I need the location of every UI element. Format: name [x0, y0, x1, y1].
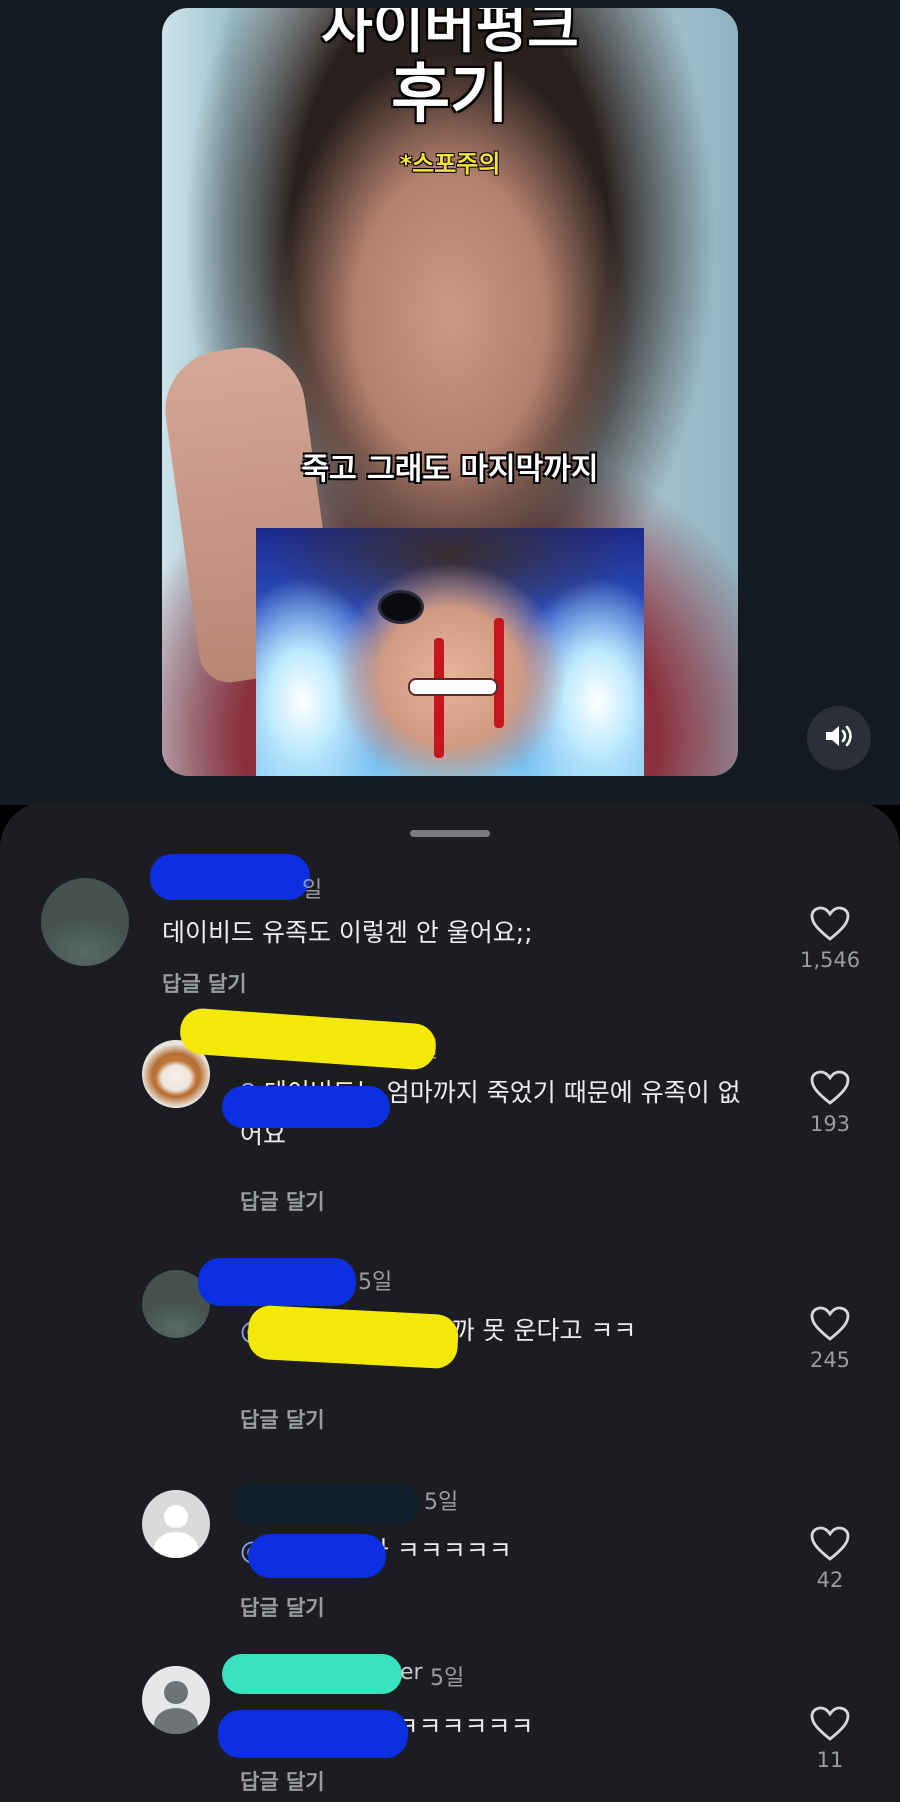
- comment-text: 데이비드 유족도 이렇겐 안 울어요;;: [162, 918, 533, 947]
- reply-button[interactable]: 답글 달기: [240, 1766, 325, 1796]
- anime-eye: [378, 590, 424, 624]
- anime-inset-image: [256, 528, 644, 776]
- heart-icon: [800, 1070, 860, 1106]
- like-button[interactable]: 11: [800, 1706, 860, 1772]
- avatar[interactable]: [142, 1666, 210, 1734]
- like-count: 11: [816, 1748, 844, 1772]
- reply-button[interactable]: 답글 달기: [162, 968, 247, 998]
- spoiler-label: *스포주의: [399, 150, 501, 178]
- redaction-scribble: [248, 1534, 386, 1578]
- redaction-scribble: [222, 1654, 402, 1694]
- redaction-scribble: [150, 854, 310, 900]
- like-button[interactable]: 245: [800, 1306, 860, 1372]
- comment-time: 5일: [358, 1270, 393, 1295]
- like-count: 42: [816, 1568, 844, 1592]
- comment-time: 5일: [430, 1666, 465, 1691]
- video-title-line2: 후기: [391, 58, 509, 132]
- video-player[interactable]: 사이버펑크 후기 *스포주의 죽고 그래도 마지막까지: [162, 8, 738, 776]
- comment-username: er: [400, 1660, 423, 1685]
- reply-button[interactable]: 답글 달기: [240, 1592, 325, 1622]
- redaction-scribble: [232, 1484, 418, 1524]
- video-area: 사이버펑크 후기 *스포주의 죽고 그래도 마지막까지: [0, 0, 900, 805]
- redaction-scribble: [218, 1710, 408, 1758]
- like-count: 1,546: [800, 948, 861, 972]
- speaker-icon: [824, 723, 854, 753]
- default-avatar-icon: [164, 1504, 188, 1529]
- comment-time: 5일: [424, 1490, 459, 1515]
- anime-blood-streak: [434, 638, 444, 758]
- sound-toggle-button[interactable]: [807, 706, 871, 770]
- redaction-scribble: [198, 1258, 356, 1306]
- reply-button[interactable]: 답글 달기: [240, 1404, 325, 1434]
- anime-blood-streak: [494, 618, 504, 728]
- anime-mouth: [408, 678, 498, 696]
- like-button[interactable]: 1,546: [800, 906, 860, 972]
- redaction-scribble: [246, 1304, 460, 1370]
- like-button[interactable]: 42: [800, 1526, 860, 1592]
- redaction-scribble: [222, 1086, 390, 1128]
- heart-icon: [800, 1306, 860, 1342]
- heart-icon: [800, 906, 860, 942]
- comments-sheet: 일 데이비드 유족도 이렇겐 안 울어요;; 답글 달기 1,546 jayj …: [0, 802, 900, 1802]
- like-button[interactable]: 193: [800, 1070, 860, 1136]
- avatar[interactable]: [142, 1490, 210, 1558]
- reply-button[interactable]: 답글 달기: [240, 1186, 325, 1216]
- video-title-line1: 사이버펑크: [321, 8, 579, 61]
- sheet-drag-handle[interactable]: [410, 830, 490, 837]
- avatar[interactable]: [41, 878, 129, 966]
- redaction-scribble: [178, 1007, 438, 1071]
- comment-time: 일: [302, 878, 323, 903]
- video-subtitle: 죽고 그래도 마지막까지: [301, 452, 599, 487]
- like-count: 193: [809, 1112, 851, 1136]
- heart-icon: [800, 1706, 860, 1742]
- heart-icon: [800, 1526, 860, 1562]
- like-count: 245: [809, 1348, 851, 1372]
- default-avatar-icon: [164, 1680, 188, 1705]
